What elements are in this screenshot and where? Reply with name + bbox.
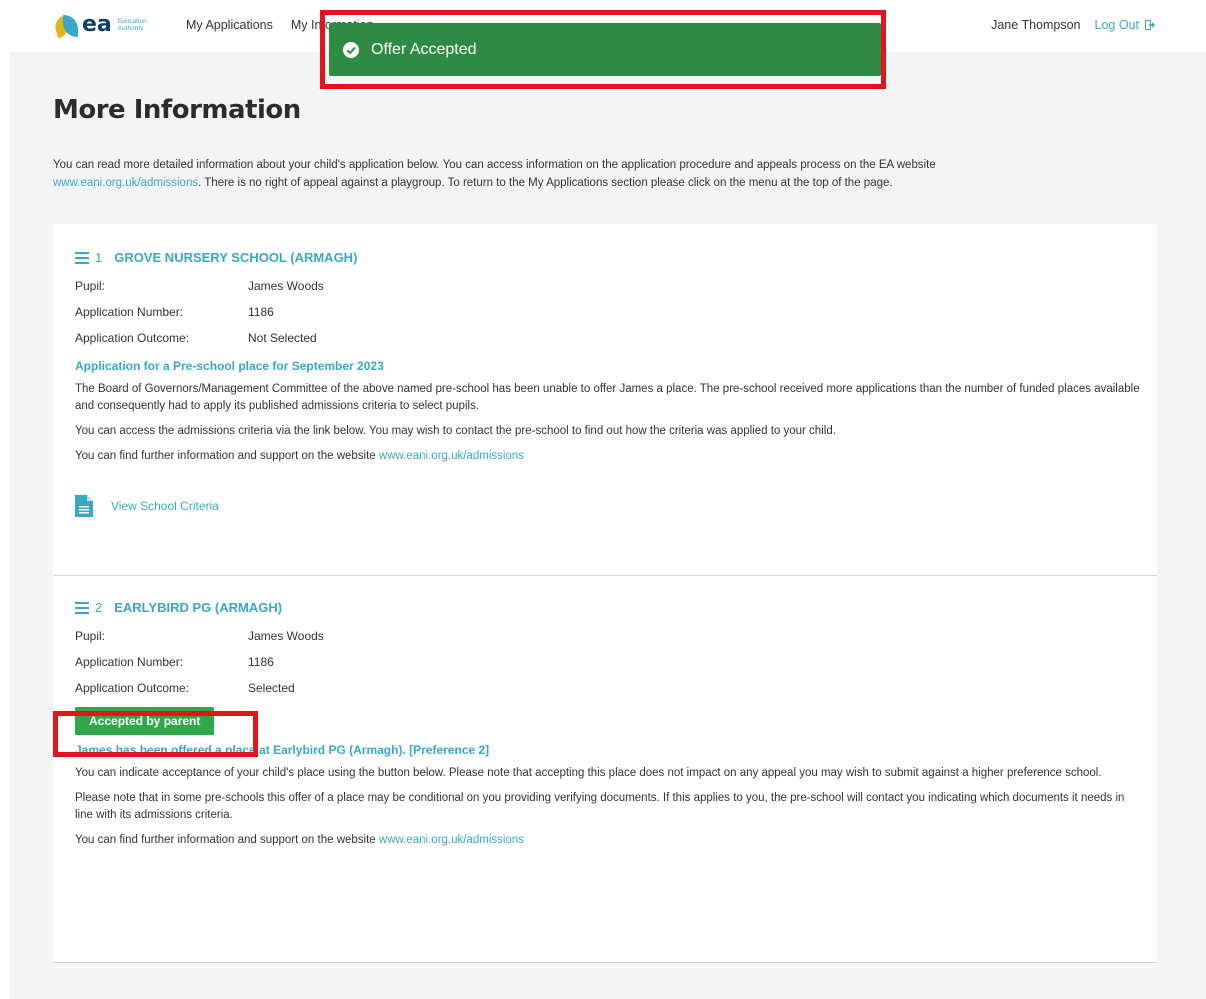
logo-subtitle: Education Authority xyxy=(117,18,147,32)
view-school-criteria[interactable]: View School Criteria xyxy=(75,495,1145,517)
nav-my-applications[interactable]: My Applications xyxy=(186,18,273,32)
acceptance-paragraph: You can indicate acceptance of your chil… xyxy=(75,767,1102,779)
application-1: 1 GROVE NURSERY SCHOOL (ARMAGH) Pupil: Ja… xyxy=(75,250,1145,517)
school-name: EARLYBIRD PG (ARMAGH) xyxy=(114,600,283,615)
application-number-row: Application Number: 1186 xyxy=(75,305,274,319)
pupil-row: Pupil: James Woods xyxy=(75,279,324,293)
hamburger-icon xyxy=(75,601,89,614)
logout-icon xyxy=(1145,20,1155,30)
user-name: Jane Thompson xyxy=(991,18,1081,32)
toast-message: Offer Accepted xyxy=(371,40,477,58)
logout-link[interactable]: Log Out xyxy=(1095,18,1156,32)
offer-accepted-toast: Offer Accepted xyxy=(329,23,881,76)
offer-subheading: James has been offered a place at Earlyb… xyxy=(75,743,490,757)
application-2: 2 EARLYBIRD PG (ARMAGH) Pupil: James Wood… xyxy=(75,600,1145,849)
ea-logo[interactable]: ea Education Authority xyxy=(52,12,147,39)
section-divider xyxy=(53,575,1157,576)
accepted-by-parent-badge: Accepted by parent xyxy=(75,707,215,735)
criteria-paragraph: You can access the admissions criteria v… xyxy=(75,425,836,437)
outcome-paragraph: The Board of Governors/Management Commit… xyxy=(75,383,1140,412)
application-outcome-row: Application Outcome: Selected xyxy=(75,681,295,695)
application-subheading: Application for a Pre-school place for S… xyxy=(75,359,384,373)
intro-admissions-link[interactable]: www.eani.org.uk/admissions xyxy=(53,177,198,189)
user-area: Jane Thompson Log Out xyxy=(991,18,1156,32)
document-icon xyxy=(75,495,93,517)
application-2-title[interactable]: 2 EARLYBIRD PG (ARMAGH) xyxy=(75,600,1145,615)
page-title: More Information xyxy=(53,95,301,125)
intro-text: You can read more detailed information a… xyxy=(53,159,936,189)
support-link[interactable]: www.eani.org.uk/admissions xyxy=(379,834,524,846)
application-1-title[interactable]: 1 GROVE NURSERY SCHOOL (ARMAGH) xyxy=(75,250,1145,265)
logo-wordmark: ea xyxy=(82,12,112,37)
support-link[interactable]: www.eani.org.uk/admissions xyxy=(379,450,524,462)
school-name: GROVE NURSERY SCHOOL (ARMAGH) xyxy=(114,250,358,265)
application-number-index: 2 xyxy=(95,600,103,615)
check-circle-icon xyxy=(343,41,359,58)
application-number-row: Application Number: 1186 xyxy=(75,655,274,669)
support-paragraph: You can find further information and sup… xyxy=(75,450,524,462)
conditional-paragraph: Please note that in some pre-schools thi… xyxy=(75,792,1125,821)
application-number-index: 1 xyxy=(95,250,103,265)
ea-leaf-icon xyxy=(52,12,80,39)
applications-card: 1 GROVE NURSERY SCHOOL (ARMAGH) Pupil: Ja… xyxy=(53,224,1157,963)
support-paragraph: You can find further information and sup… xyxy=(75,834,524,846)
pupil-row: Pupil: James Woods xyxy=(75,629,324,643)
application-outcome-row: Application Outcome: Not Selected xyxy=(75,331,317,345)
hamburger-icon xyxy=(75,251,89,264)
